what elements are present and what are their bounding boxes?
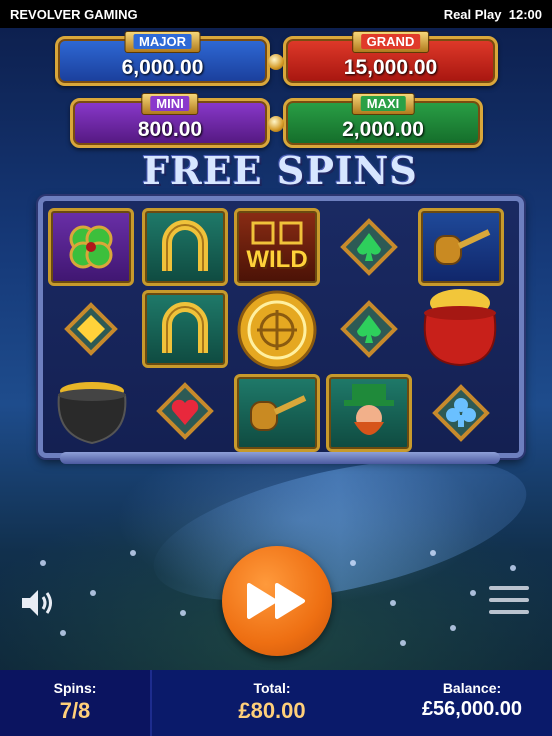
pot-of-gold-icon xyxy=(410,282,510,370)
spin-button[interactable] xyxy=(222,546,332,656)
green-spade-gem-icon xyxy=(326,208,412,286)
total-label: Total: xyxy=(253,680,291,696)
golden-horseshoe-icon xyxy=(145,211,225,283)
spins-panel: Spins: 7/8 xyxy=(0,670,152,736)
jackpot-major-label: MAJOR xyxy=(133,34,192,49)
reel-frame-base xyxy=(60,452,500,464)
reel-cell-gem xyxy=(48,290,134,368)
jackpot-grand: GRAND 15,000.00 xyxy=(283,31,498,86)
jackpot-mini-value: 800.00 xyxy=(137,118,203,141)
reel-cell-pipe xyxy=(234,374,320,452)
free-spins-title: FREE SPINS xyxy=(142,148,418,193)
play-mode-label: Real Play xyxy=(443,6,502,22)
reel-cell-leprechaun xyxy=(326,374,412,452)
total-panel: Total: £80.00 xyxy=(152,670,392,736)
reel-cell-wild: WILD xyxy=(234,208,320,286)
jackpot-major: MAJOR 6,000.00 xyxy=(55,31,270,86)
spins-label: Spins: xyxy=(53,680,97,696)
spins-value: 7/8 xyxy=(59,698,91,723)
speaker-icon xyxy=(22,590,52,616)
reel-cell-heart xyxy=(142,372,228,450)
balance-panel: Balance: £56,000.00 xyxy=(392,670,552,736)
jackpot-mini: MINI 800.00 xyxy=(70,93,270,148)
golden-horseshoe-icon xyxy=(145,293,225,365)
reel-cell-black-pot xyxy=(44,372,140,450)
footer-bar: Spins: 7/8 Total: £80.00 Balance: £56,00… xyxy=(0,670,552,736)
jackpot-maxi-value: 2,000.00 xyxy=(342,118,424,141)
jackpot-maxi-label: MAXI xyxy=(360,96,406,111)
menu-button[interactable] xyxy=(489,586,529,620)
leprechaun-icon xyxy=(329,377,409,449)
jackpot-gem-icon xyxy=(268,116,284,132)
blue-club-gem-icon xyxy=(418,374,504,452)
balance-value: £56,000.00 xyxy=(421,698,523,720)
sound-button[interactable] xyxy=(18,586,58,620)
brand-label: REVOLVER GAMING xyxy=(10,6,138,22)
celtic-knot-icon xyxy=(251,221,303,245)
jackpot-gem-icon xyxy=(268,54,284,70)
wild-label: WILD xyxy=(246,246,308,273)
balance-label: Balance: xyxy=(442,680,502,696)
green-spade-gem-icon xyxy=(326,290,412,368)
fast-forward-icon xyxy=(247,583,305,619)
reel-cell-horseshoe xyxy=(142,208,228,286)
jackpot-grand-label: GRAND xyxy=(360,34,421,49)
black-cauldron-icon xyxy=(44,372,140,450)
smoking-pipe-icon xyxy=(237,377,317,449)
jackpot-mini-label: MINI xyxy=(150,96,190,111)
reel-cell-celtic-coin xyxy=(230,288,324,372)
celtic-gold-coin-icon xyxy=(230,288,324,372)
clock-label: 12:00 xyxy=(508,6,542,22)
four-leaf-clover-icon xyxy=(51,211,131,283)
jackpot-maxi: MAXI 2,000.00 xyxy=(283,93,483,148)
reel-cell-clover xyxy=(48,208,134,286)
smoking-pipe-icon xyxy=(421,211,501,283)
status-bar: REVOLVER GAMING Real Play 12:00 xyxy=(0,0,552,28)
reel-cell-spade xyxy=(326,208,412,286)
hamburger-menu-icon xyxy=(489,586,529,590)
reel-cell-club xyxy=(418,374,504,452)
total-value: £80.00 xyxy=(238,698,306,723)
jackpot-grand-value: 15,000.00 xyxy=(343,56,438,79)
wild-symbol: WILD xyxy=(237,211,317,283)
yellow-diamond-gem-icon xyxy=(48,290,134,368)
reel-cell-pot-of-gold xyxy=(410,282,510,370)
jackpot-major-value: 6,000.00 xyxy=(121,56,204,79)
red-heart-gem-icon xyxy=(142,372,228,450)
reel-cell-spade xyxy=(326,290,412,368)
mode-time: Real Play 12:00 xyxy=(444,7,542,22)
reel-cell-pipe xyxy=(418,208,504,286)
reel-cell-horseshoe xyxy=(142,290,228,368)
